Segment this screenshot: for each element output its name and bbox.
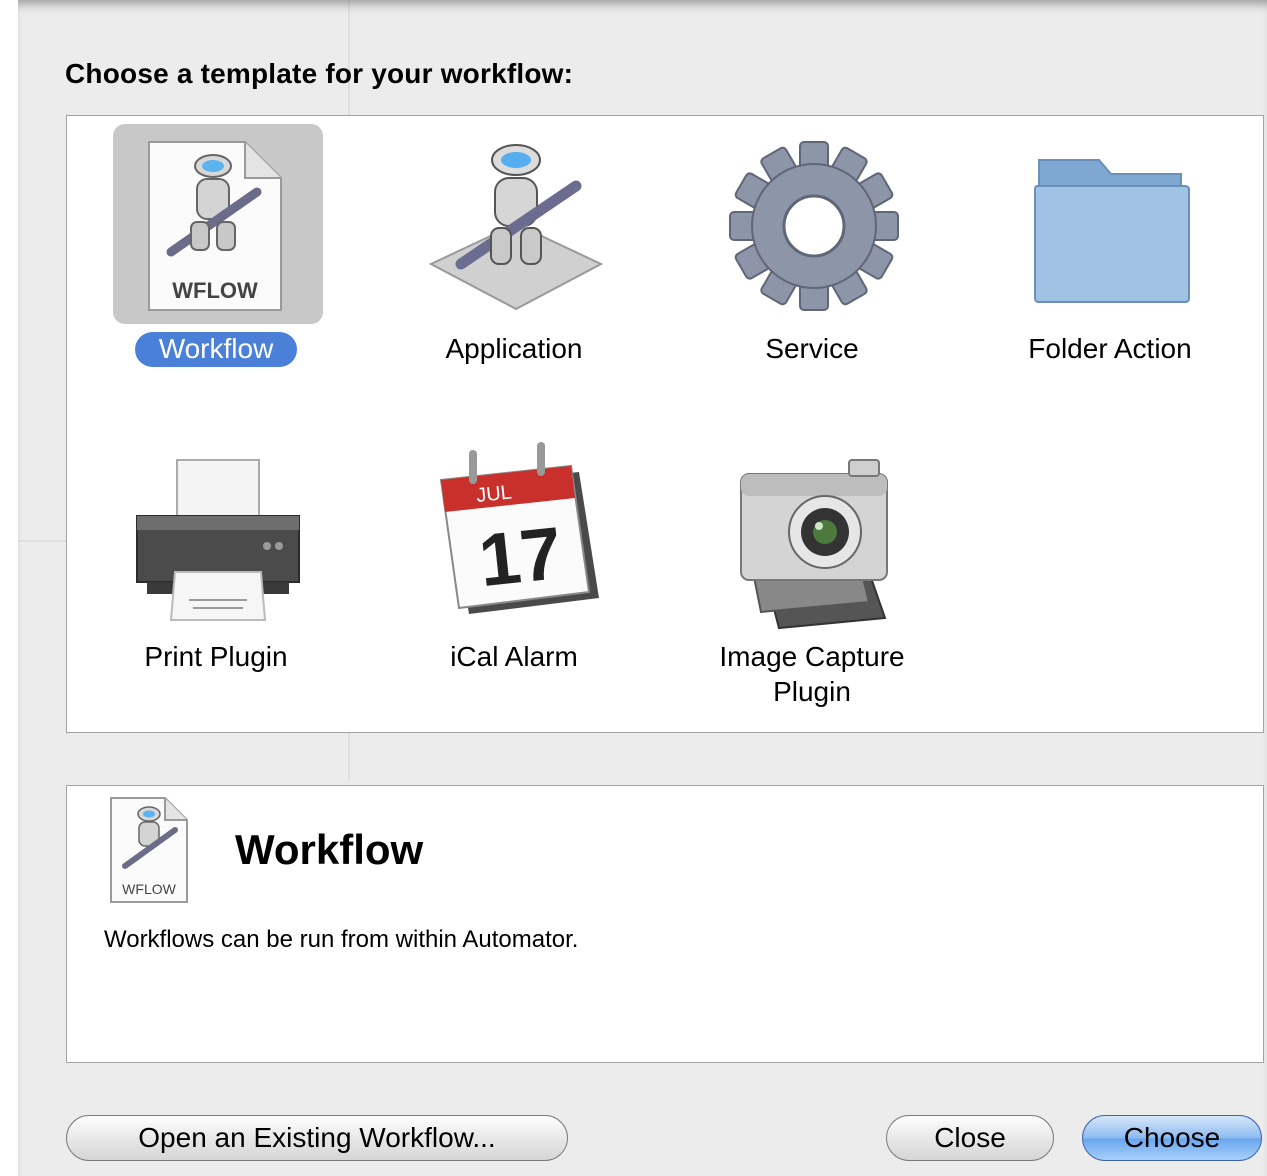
choose-button[interactable]: Choose (1082, 1115, 1262, 1161)
template-label: Folder Action (1028, 333, 1192, 364)
description-text: Workflows can be run from within Automat… (104, 926, 579, 953)
dialog-heading: Choose a template for your workflow: (65, 58, 574, 89)
workflow-badge: WFLOW (122, 881, 176, 897)
template-application[interactable]: Application (365, 116, 663, 386)
workflow-document-icon: WFLOW (110, 797, 188, 903)
template-label: Workflow (67, 331, 365, 367)
calendar-icon: JUL 17 (439, 442, 599, 614)
description-title: Workflow (235, 826, 424, 873)
template-image-capture-plugin[interactable]: Image Capture Plugin (663, 424, 961, 707)
template-ical-alarm[interactable]: JUL 17 iCal Alarm (365, 424, 663, 694)
template-grid: WFLOW Workflow Application Service Folde… (66, 115, 1264, 733)
folder-icon (1034, 159, 1190, 303)
template-label: Image Capture Plugin (719, 641, 905, 707)
workflow-document-icon: WFLOW (148, 141, 282, 311)
camera-icon (740, 459, 888, 630)
open-existing-workflow-button[interactable]: Open an Existing Workflow... (66, 1115, 568, 1161)
printer-icon (136, 459, 300, 621)
selection-highlight: WFLOW (113, 124, 323, 324)
template-description-panel: WFLOW Workflow Workflows can be run from… (66, 785, 1264, 1063)
calendar-day: 17 (475, 511, 566, 602)
template-workflow[interactable]: WFLOW Workflow (67, 116, 365, 386)
template-label: Service (765, 333, 859, 364)
template-label: Application (445, 333, 583, 364)
template-chooser-sheet: Choose a template for your workflow: WFL… (18, 0, 1267, 1176)
template-folder-action[interactable]: Folder Action (961, 116, 1259, 386)
close-button[interactable]: Close (886, 1115, 1054, 1161)
workflow-badge: WFLOW (172, 278, 258, 303)
calendar-month: JUL (475, 481, 513, 507)
template-service[interactable]: Service (663, 116, 961, 386)
template-label: iCal Alarm (450, 641, 578, 672)
gear-icon (729, 141, 899, 311)
template-print-plugin[interactable]: Print Plugin (67, 424, 365, 694)
automator-robot-icon (428, 144, 604, 311)
template-label: Print Plugin (144, 641, 288, 672)
